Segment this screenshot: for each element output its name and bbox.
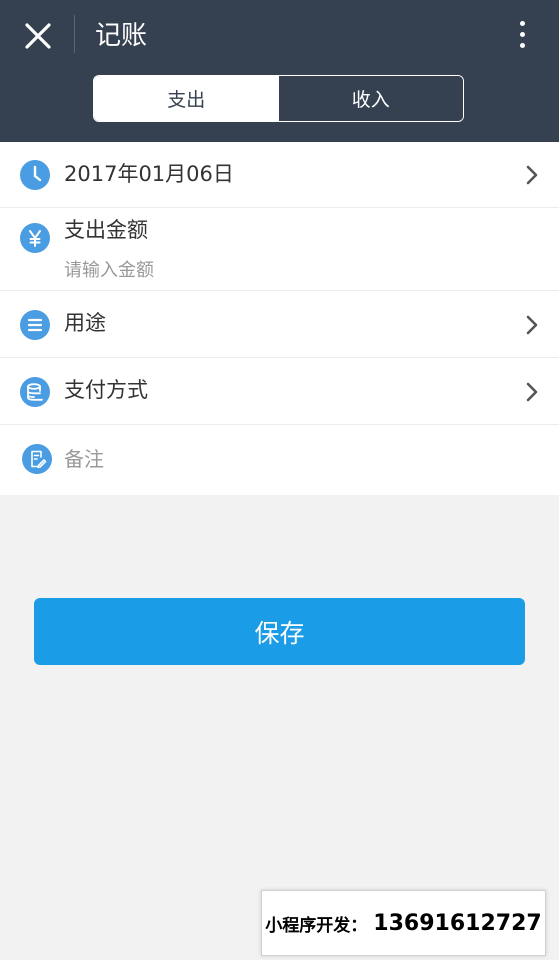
amount-row: 支出金额 (0, 208, 559, 291)
payment-method-label: 支付方式 (64, 378, 148, 402)
yen-icon (20, 223, 50, 253)
date-value: 2017年01月06日 (64, 162, 234, 186)
title-divider (74, 15, 75, 53)
type-segmented-control: 支出 收入 (93, 75, 464, 122)
usage-label: 用途 (64, 311, 106, 335)
chevron-right-icon (526, 165, 538, 185)
date-row[interactable]: 2017年01月06日 (0, 142, 559, 208)
contact-watermark: 小程序开发： 13691612727 (261, 890, 546, 956)
watermark-phone: 13691612727 (373, 910, 542, 936)
usage-row[interactable]: 用途 (0, 291, 559, 358)
watermark-label: 小程序开发： (265, 915, 368, 936)
header: 记账 支出 收入 (0, 0, 559, 142)
payment-method-row[interactable]: 支付方式 (0, 358, 559, 425)
close-button[interactable] (18, 16, 58, 56)
list-icon (20, 310, 50, 340)
note-input[interactable] (64, 444, 524, 474)
amount-label: 支出金额 (64, 218, 148, 242)
more-button[interactable] (506, 14, 538, 54)
clock-icon (20, 160, 50, 190)
more-dot-icon (519, 42, 525, 48)
note-row (0, 425, 559, 495)
note-edit-icon (22, 444, 52, 474)
more-dot-icon (519, 31, 525, 37)
page-title: 记账 (95, 21, 148, 51)
database-icon (20, 377, 50, 407)
more-dot-icon (519, 20, 525, 26)
chevron-right-icon (526, 382, 538, 402)
tab-expense[interactable]: 支出 (94, 76, 279, 121)
close-icon (25, 23, 51, 49)
amount-input[interactable] (64, 255, 504, 285)
tab-income[interactable]: 收入 (278, 76, 463, 121)
record-form: 2017年01月06日 支出金额 用途 (0, 142, 559, 495)
chevron-right-icon (526, 315, 538, 335)
save-button[interactable]: 保存 (34, 598, 525, 665)
